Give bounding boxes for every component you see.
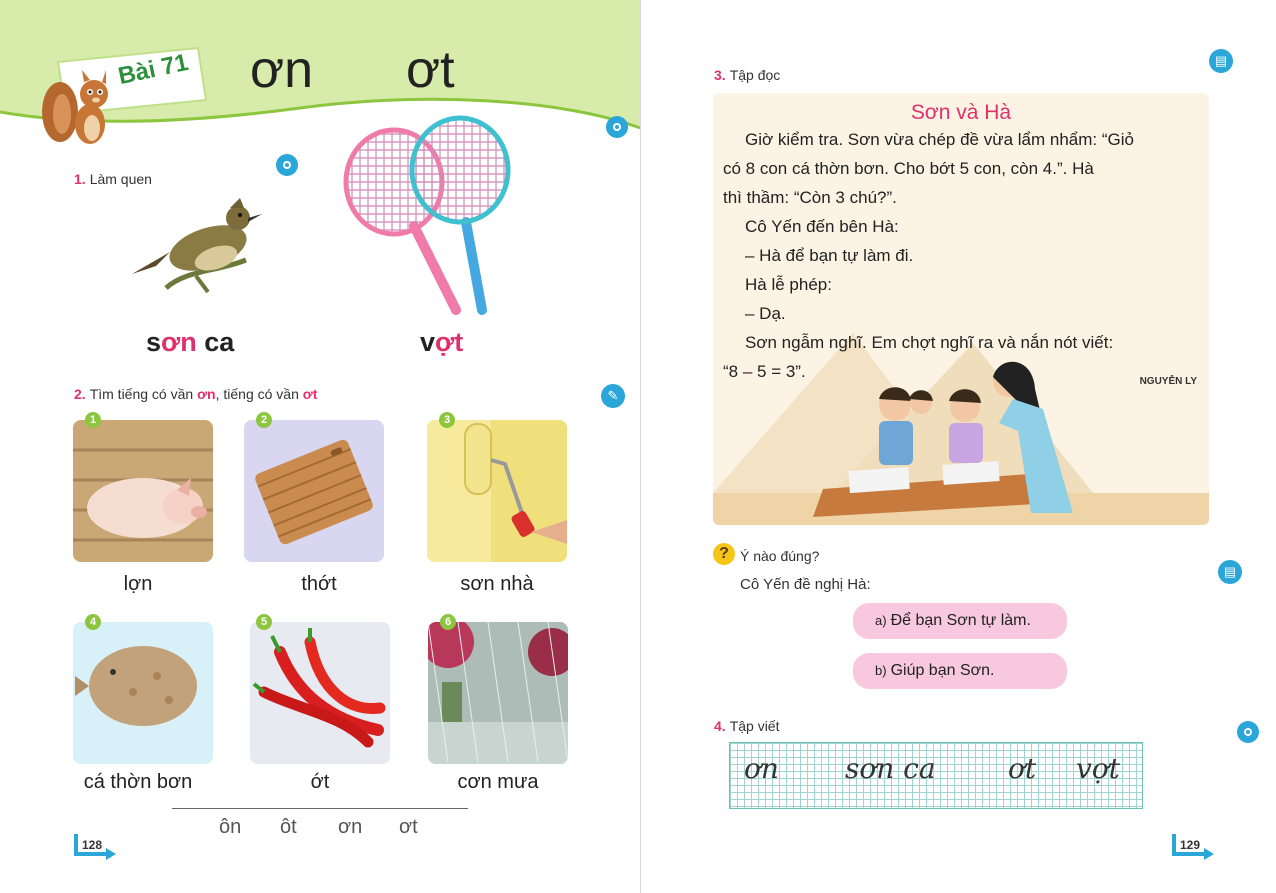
word-son-ca: sơn ca xyxy=(146,327,235,357)
question-icon: ? xyxy=(713,543,735,565)
edit-icon[interactable]: ✎ xyxy=(601,384,625,408)
tile-rain xyxy=(428,622,568,764)
option-on-hat: ôn xyxy=(219,816,242,838)
story-line: Giờ kiểm tra. Sơn vừa chép đề vừa lẩm nh… xyxy=(745,130,1134,149)
section-4-heading: 4. Tập viết xyxy=(714,718,780,734)
story-line: – Dạ. xyxy=(745,304,786,323)
squirrel-mascot xyxy=(42,70,108,144)
skylark-image xyxy=(132,198,262,294)
divider xyxy=(172,808,468,809)
handwriting-sample: sơn ca xyxy=(845,752,936,785)
audio-play-icon[interactable] xyxy=(606,116,628,138)
tile-caption: sơn nhà xyxy=(460,573,534,595)
tile-number: 4 xyxy=(85,614,101,630)
tile-cutting-board xyxy=(244,420,384,562)
section-1-heading: 1. Làm quen xyxy=(74,171,152,187)
handwriting-sample: ơn xyxy=(744,752,779,785)
story-line: Hà lễ phép: xyxy=(745,275,832,294)
audio-play-icon[interactable] xyxy=(276,154,298,176)
page-number: 129 xyxy=(1180,838,1201,852)
tile-flounder xyxy=(73,622,213,764)
story-line: – Hà để bạn tự làm đi. xyxy=(745,246,914,265)
option-ot-horn: ơt xyxy=(399,816,418,838)
question-prompt: Cô Yến đề nghị Hà: xyxy=(740,576,871,593)
tile-number: 3 xyxy=(439,412,455,428)
tile-caption: ớt xyxy=(310,771,330,793)
tile-chili xyxy=(250,622,390,764)
rhyme-ot: ơt xyxy=(406,41,455,99)
question-label: Ý nào đúng? xyxy=(740,548,820,564)
document-icon[interactable]: ▤ xyxy=(1218,560,1242,584)
story-title: Sơn và Hà xyxy=(910,101,1012,124)
word-vot: vợt xyxy=(420,327,464,357)
tile-number: 6 xyxy=(440,614,456,630)
left-page: Bài 71 ơn ơt 1. Làm quen sơn ca vợt 2. T… xyxy=(0,0,640,893)
document-icon[interactable]: ▤ xyxy=(1209,49,1233,73)
story-line: Sơn ngẫm nghĩ. Em chợt nghĩ ra và nắn nó… xyxy=(745,333,1114,352)
tile-caption: lợn xyxy=(123,573,153,595)
rhyme-on: ơn xyxy=(250,41,314,99)
answer-a[interactable]: a) Để bạn Sơn tự làm. xyxy=(853,603,1067,639)
handwriting-sample: ơt xyxy=(1008,752,1037,785)
story-line: thì thầm: “Còn 3 chú?”. xyxy=(723,188,897,207)
tile-paint-roller xyxy=(427,420,567,562)
section-2-heading: 2. Tìm tiếng có vần ơn, tiếng có vần ơt xyxy=(74,386,318,402)
story-text: Giờ kiểm tra. Sơn vừa chép đề vừa lẩm nh… xyxy=(723,125,1201,386)
tile-number: 2 xyxy=(256,412,272,428)
option-on-horn: ơn xyxy=(338,816,363,838)
tile-number: 5 xyxy=(256,614,272,630)
section-3-heading: 3. Tập đọc xyxy=(714,67,781,83)
reading-passage: Sơn và Hà Giờ kiểm tra. Sơn vừa chép đề … xyxy=(713,93,1209,525)
option-ot-hat: ôt xyxy=(280,816,297,838)
tile-caption: cơn mưa xyxy=(457,771,539,793)
tile-caption: thớt xyxy=(301,573,337,595)
audio-play-icon[interactable] xyxy=(1237,721,1259,743)
handwriting-sample: vợt xyxy=(1076,752,1120,785)
story-author: NGUYỄN LY xyxy=(1139,376,1197,387)
tile-caption: cá thờn bơn xyxy=(83,771,193,793)
story-line: “8 – 5 = 3”. xyxy=(723,362,806,381)
story-line: có 8 con cá thờn bơn. Cho bớt 5 con, còn… xyxy=(723,159,1094,178)
page-number: 128 xyxy=(82,838,103,852)
tile-pig xyxy=(73,420,213,562)
rackets-image xyxy=(343,115,511,315)
story-line: Cô Yến đến bên Hà: xyxy=(745,217,899,236)
answer-b[interactable]: b) Giúp bạn Sơn. xyxy=(853,653,1067,689)
tile-number: 1 xyxy=(85,412,101,428)
